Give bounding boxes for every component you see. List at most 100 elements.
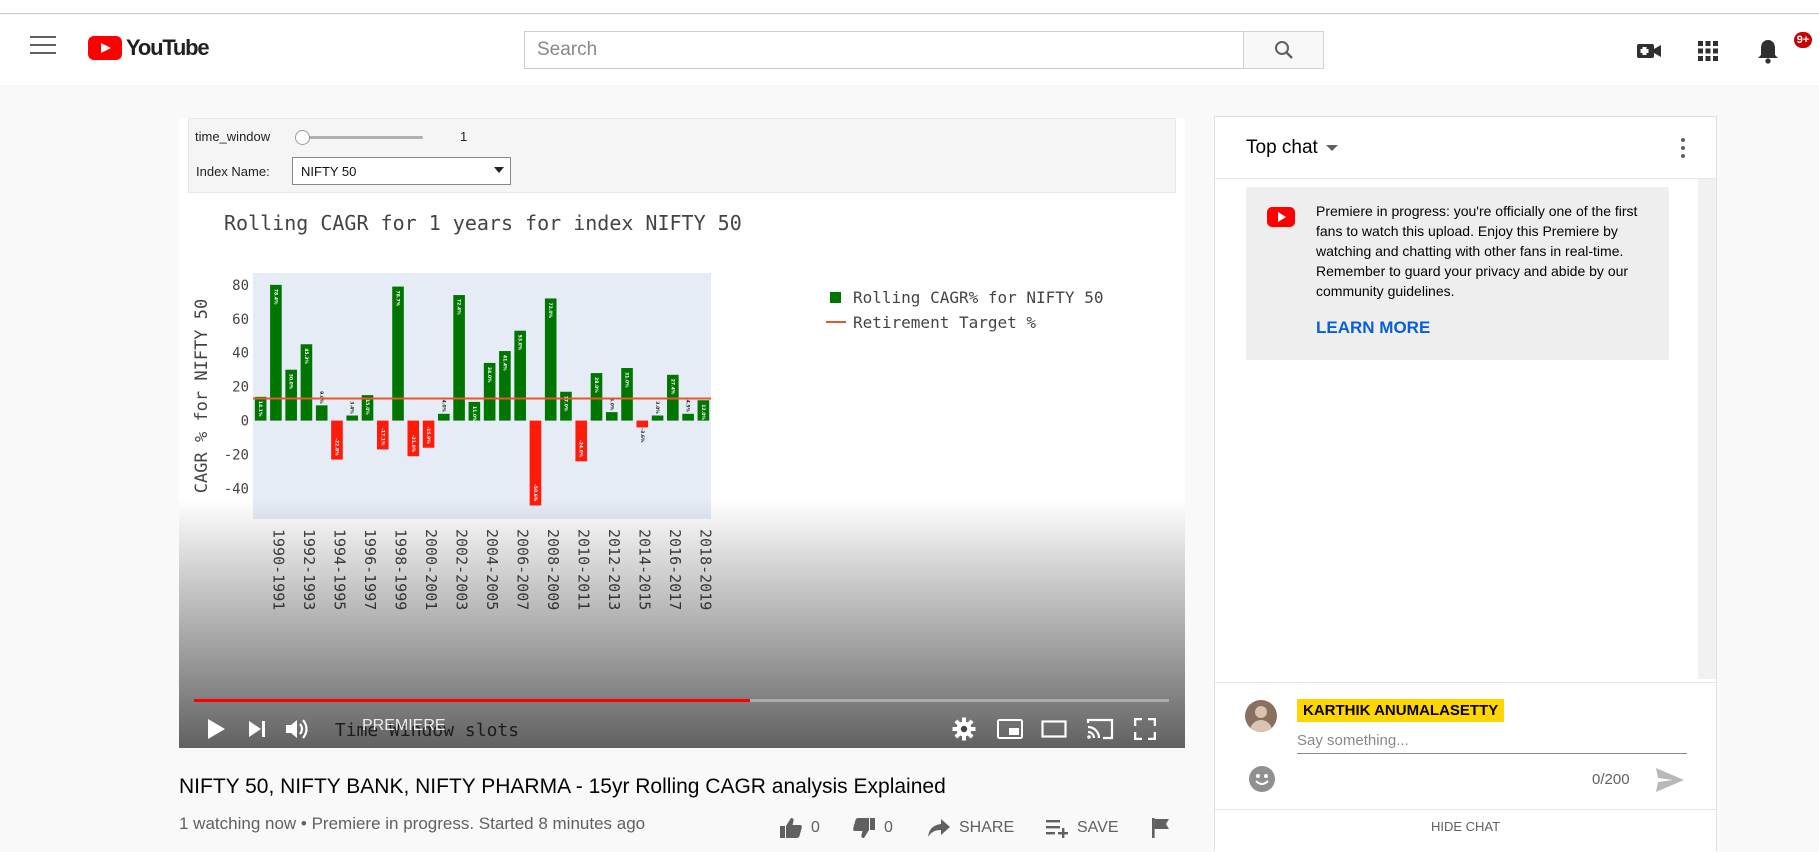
youtube-icon: [1267, 207, 1295, 227]
notifications-button[interactable]: [1754, 37, 1782, 65]
emoji-icon[interactable]: [1249, 766, 1275, 792]
like-icon: [780, 818, 802, 838]
data-label: 34.0%: [486, 367, 492, 383]
legend-swatch-bars: [830, 292, 841, 303]
data-label: 3.4%: [349, 401, 355, 414]
legend-label: Rolling CAGR% for NIFTY 50: [853, 288, 1103, 307]
caret-down-icon: [1325, 145, 1338, 151]
chat-scrollbar[interactable]: [1698, 179, 1716, 679]
progress-bar[interactable]: [194, 699, 1169, 702]
share-button[interactable]: SHARE: [927, 813, 1014, 843]
dislike-count: 0: [884, 819, 893, 836]
data-label: 14.1%: [257, 401, 263, 417]
y-axis-label: CAGR % for NIFTY 50: [192, 299, 212, 493]
slider-label: time_window: [195, 129, 271, 144]
notification-badge: 9+: [1792, 30, 1814, 50]
dislike-button[interactable]: 0: [852, 813, 893, 843]
create-video-button[interactable]: [1635, 37, 1663, 65]
chat-header: Top chat: [1215, 117, 1716, 179]
data-label: 72.0%: [547, 302, 553, 318]
y-tick-label: 40: [232, 346, 249, 362]
data-label: 12.0%: [700, 404, 706, 420]
share-icon: [928, 819, 950, 837]
data-label: 4.0%: [440, 400, 446, 413]
chart-bar: [605, 412, 618, 421]
chart-bar: [270, 284, 282, 421]
learn-more-link[interactable]: LEARN MORE: [1316, 318, 1430, 338]
fullscreen-button[interactable]: [1130, 712, 1160, 746]
data-label: 45.3%: [303, 348, 309, 364]
data-label: -22.8%: [333, 438, 339, 456]
create-video-icon: [1637, 44, 1661, 58]
mute-button[interactable]: [283, 712, 313, 746]
time-window-slider[interactable]: [301, 136, 423, 139]
chart-bar: [392, 286, 404, 421]
volume-icon: [286, 719, 308, 739]
chart-bar: [682, 413, 694, 421]
dislike-icon: [853, 818, 875, 838]
report-button[interactable]: [1151, 813, 1179, 843]
like-count: 0: [811, 819, 820, 836]
chart-bar: [315, 405, 328, 421]
data-label: 30.0%: [288, 374, 294, 390]
premiere-label: PREMIERE: [362, 717, 446, 734]
youtube-logo-icon: [88, 36, 122, 60]
premiere-notice: Premiere in progress: you're officially …: [1246, 187, 1669, 360]
char-counter: 0/200: [1592, 771, 1630, 788]
settings-button[interactable]: [949, 712, 979, 746]
send-button[interactable]: [1655, 767, 1685, 793]
apps-button[interactable]: [1694, 37, 1722, 65]
next-button[interactable]: [242, 712, 272, 746]
progress-fill: [194, 699, 750, 702]
search-input[interactable]: [524, 31, 1244, 69]
theater-icon: [1041, 720, 1067, 738]
chevron-down-icon: [494, 167, 504, 173]
chart-bar: [438, 413, 450, 421]
menu-icon[interactable]: [30, 36, 56, 56]
chat-username: KARTHIK ANUMALASETTY: [1297, 699, 1505, 722]
search-icon: [1274, 41, 1293, 59]
index-name-select[interactable]: NIFTY 50: [292, 157, 511, 185]
save-label: SAVE: [1077, 819, 1119, 836]
chart-bar: [651, 415, 664, 421]
youtube-logo[interactable]: YouTube: [88, 35, 210, 61]
video-meta: 1 watching now • Premiere in progress. S…: [179, 814, 646, 833]
dropdown-label: Index Name:: [196, 164, 270, 179]
miniplayer-icon: [997, 719, 1023, 739]
chat-input[interactable]: [1297, 728, 1687, 754]
browser-strip: [0, 0, 1819, 14]
legend-label: Retirement Target %: [853, 313, 1036, 332]
data-label: 72.4%: [456, 299, 462, 315]
bell-icon: [1758, 40, 1778, 64]
play-icon: [208, 719, 225, 739]
miniplayer-button[interactable]: [995, 712, 1025, 746]
save-playlist-icon: [1046, 820, 1068, 838]
chat-mode-dropdown[interactable]: Top chat: [1246, 137, 1338, 159]
y-tick-label: -20: [224, 448, 249, 464]
video-player[interactable]: time_window 1 Index Name: NIFTY 50 Rolli…: [179, 118, 1185, 748]
search-button[interactable]: [1243, 31, 1324, 69]
next-icon: [249, 721, 265, 737]
chat-mode-label: Top chat: [1246, 137, 1318, 158]
play-button[interactable]: [201, 712, 231, 746]
data-label: 28.0%: [593, 377, 599, 393]
more-options-icon[interactable]: [1680, 138, 1686, 160]
logo-text: YouTube: [126, 35, 210, 60]
data-label: 27.4%: [669, 379, 675, 395]
y-tick-label: 0: [241, 414, 249, 430]
like-button[interactable]: 0: [779, 813, 820, 843]
fullscreen-icon: [1134, 718, 1156, 740]
send-icon: [1656, 768, 1684, 792]
cast-button[interactable]: [1085, 712, 1115, 746]
chart-title: Rolling CAGR for 1 years for index NIFTY…: [224, 211, 742, 235]
hide-chat-button[interactable]: HIDE CHAT: [1215, 809, 1716, 834]
save-button[interactable]: SAVE: [1045, 813, 1119, 843]
theater-mode-button[interactable]: [1039, 712, 1069, 746]
notebook-widgets: time_window 1 Index Name: NIFTY 50: [188, 118, 1176, 193]
data-label: -17.1%: [379, 428, 385, 446]
data-label: 78.4%: [272, 289, 278, 305]
chat-composer: KARTHIK ANUMALASETTY 0/200 HIDE CHAT: [1215, 682, 1716, 852]
slider-handle[interactable]: [295, 130, 310, 145]
data-label: -15.9%: [425, 426, 431, 444]
data-label: 15.0%: [364, 399, 370, 415]
